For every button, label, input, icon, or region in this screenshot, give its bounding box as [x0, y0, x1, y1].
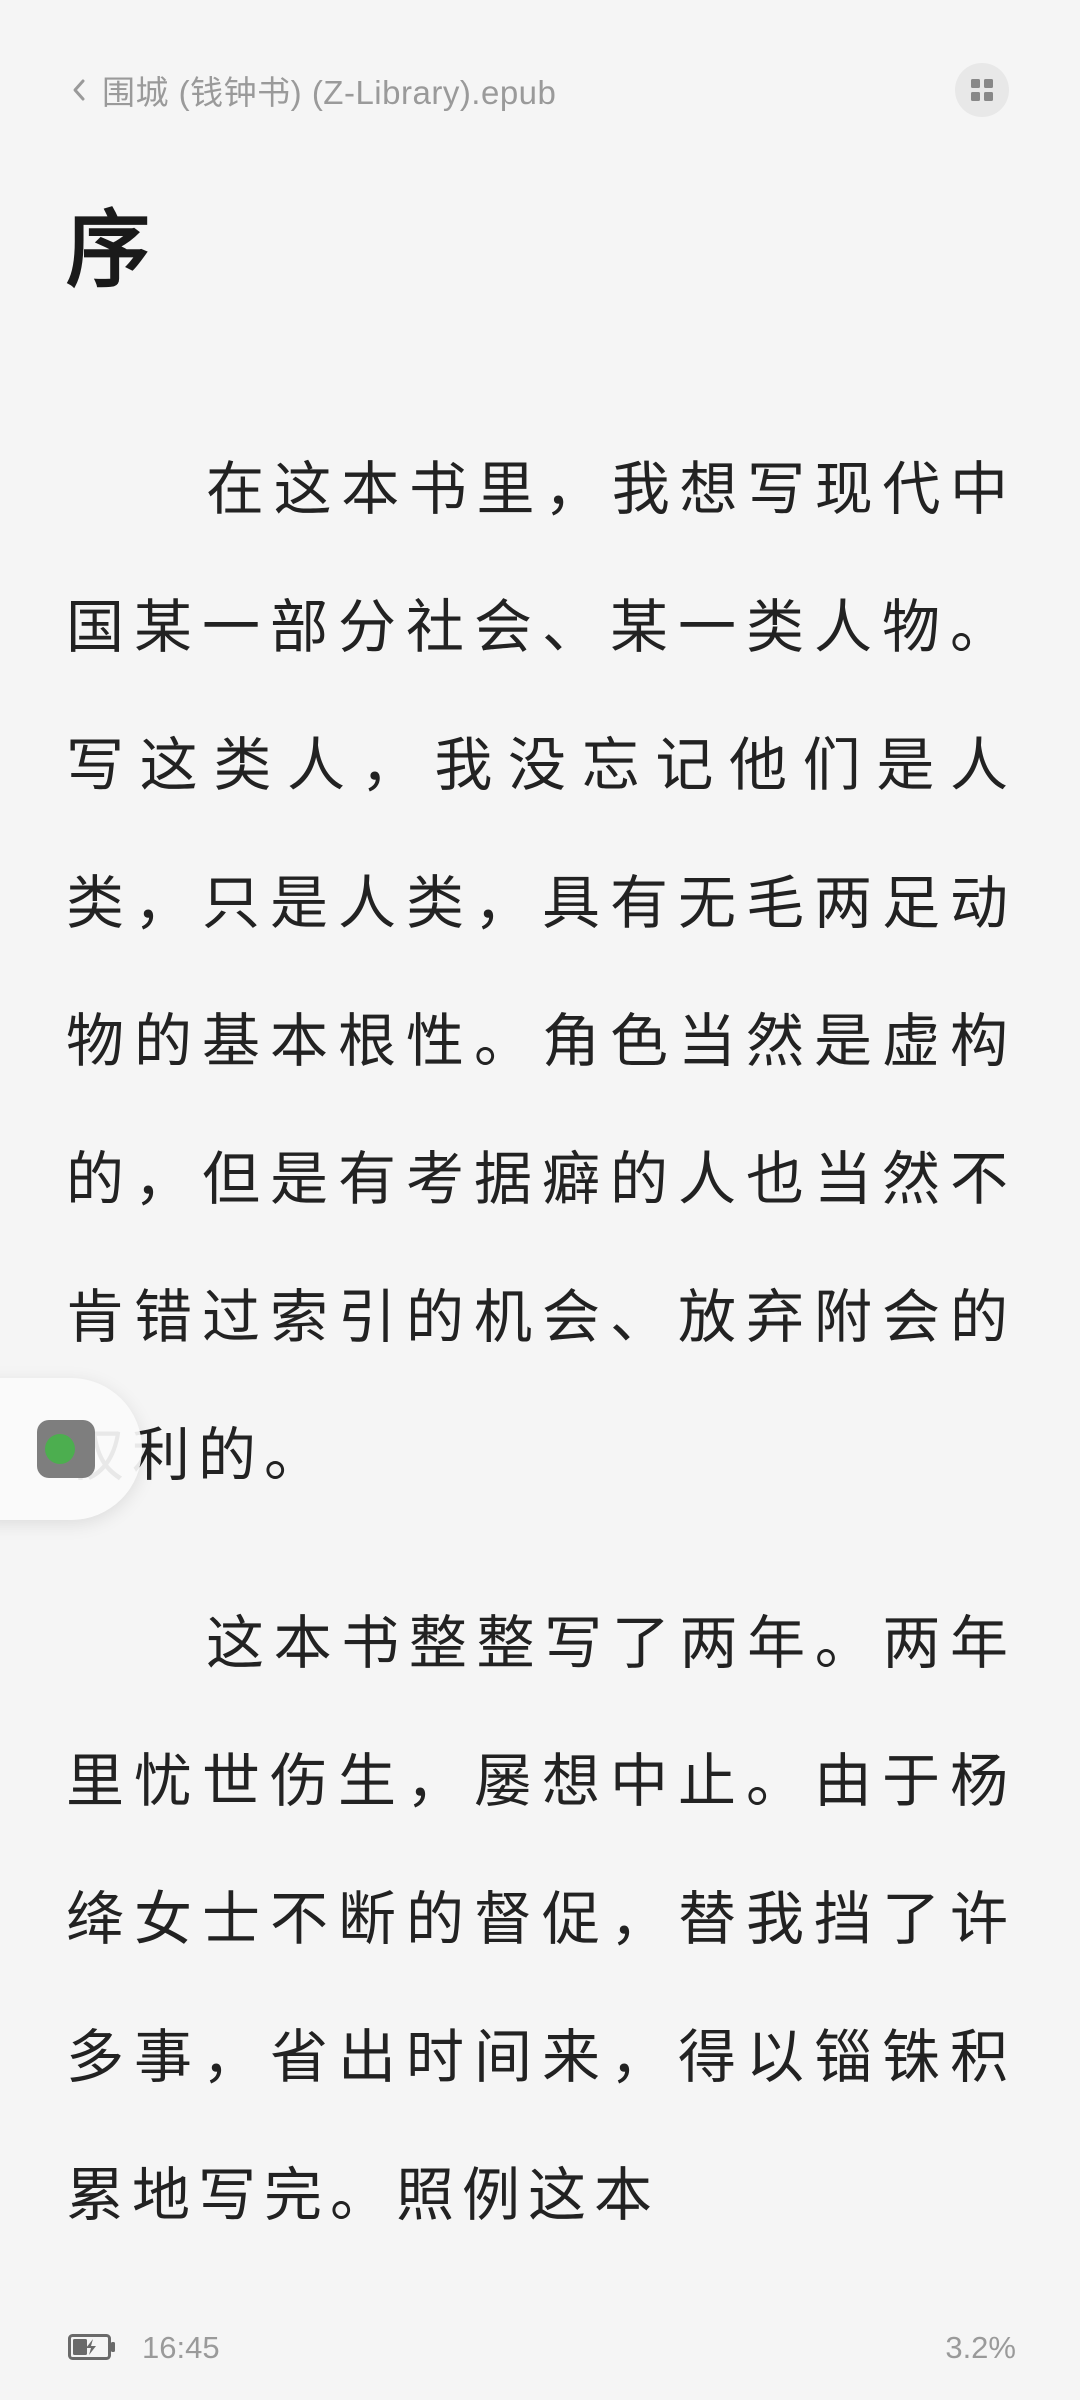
floating-shortcut-button[interactable] [0, 1378, 142, 1520]
battery-charging-icon [68, 2334, 115, 2360]
menu-button[interactable] [955, 63, 1009, 117]
chapter-title: 序 [66, 200, 151, 299]
reader-top-bar: 围城 (钱钟书) (Z-Library).epub [0, 0, 1080, 180]
grid-icon [971, 79, 993, 101]
clock-time: 16:45 [142, 2330, 220, 2365]
book-title[interactable]: 围城 (钱钟书) (Z-Library).epub [102, 66, 556, 114]
reading-progress: 3.2% [945, 2330, 1016, 2365]
app-shortcut-icon [37, 1420, 95, 1478]
reading-content[interactable]: 在这本书里，我想写现代中国某一部分社会、某一类人物。写这类人，我没忘记他们是人类… [66, 420, 1016, 2264]
reader-status-bar: 16:45 3.2% [0, 2320, 1080, 2380]
chevron-left-icon[interactable] [66, 70, 92, 110]
status-dot [45, 1434, 75, 1464]
paragraph: 在这本书里，我想写现代中国某一部分社会、某一类人物。写这类人，我没忘记他们是人类… [66, 455, 1016, 1489]
paragraph: 这本书整整写了两年。两年里忧世伤生，屡想中止。由于杨绛女士不断的督促，替我挡了许… [66, 1609, 1016, 2229]
